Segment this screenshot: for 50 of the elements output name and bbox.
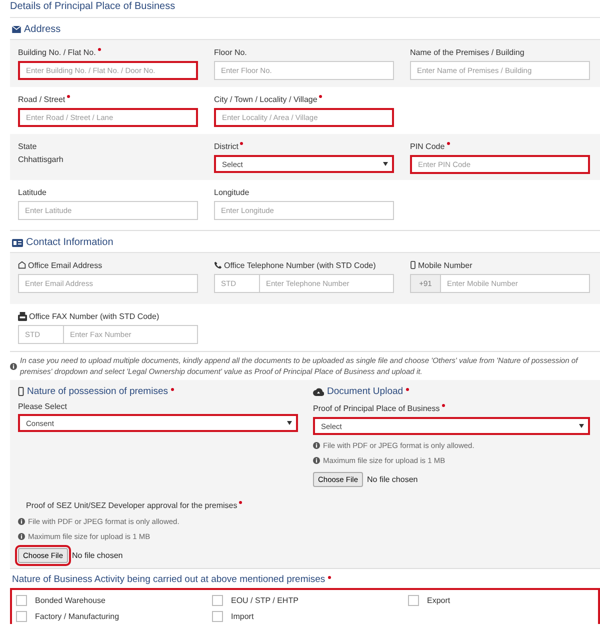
cloud-upload-icon [313, 388, 324, 396]
checkbox[interactable] [16, 611, 27, 622]
section-heading: Document Upload [327, 386, 404, 397]
field-label: District [214, 142, 238, 150]
caret-icon [287, 421, 292, 425]
field-label: Office FAX Number (with STD Code) [29, 312, 160, 320]
checkbox-label: EOU / STP / EHTP [231, 596, 298, 605]
checkbox-label: Bonded Warehouse [35, 596, 106, 605]
info-icon [10, 363, 17, 370]
field-label: Road / Street [18, 94, 66, 104]
field-label: Office Telephone Number (with STD Code) [224, 260, 376, 270]
section-heading: Nature of possession of premises [27, 386, 168, 397]
checkbox[interactable] [16, 595, 27, 606]
field-label: PIN Code [410, 142, 445, 150]
fax-icon [18, 312, 27, 320]
section-heading: Nature of Business Activity being carried out at above mentioned premises [12, 574, 326, 585]
field-value: Chhattisgarh [18, 155, 64, 164]
field-label: Please Select [18, 402, 68, 411]
checkbox-label: Export [427, 596, 450, 605]
field-label: Building No. / Flat No. [18, 48, 96, 56]
field-label: City / Town / Locality / Village [214, 94, 318, 104]
info-icon [313, 442, 320, 449]
phone-icon [214, 261, 222, 269]
file-status: No file chosen [72, 551, 123, 560]
field-label: Office Email Address [28, 260, 102, 270]
checkbox[interactable] [212, 611, 223, 622]
checkbox[interactable] [212, 595, 223, 606]
field-label: Latitude [18, 188, 46, 196]
mobile-icon [18, 387, 24, 396]
caret-icon [579, 424, 584, 428]
contact-card-icon [12, 238, 23, 246]
checkbox-label: Factory / Manufacturing [35, 612, 120, 621]
page-title: Details of Principal Place of Business [10, 0, 600, 18]
mobile-icon [410, 261, 416, 269]
field-label: Longitude [214, 188, 250, 196]
field-label: Name of the Premises / Building [410, 48, 524, 56]
field-label: State [18, 142, 37, 150]
file-status: No file chosen [367, 475, 418, 484]
section-heading: Contact Information [26, 237, 114, 248]
info-icon [18, 518, 25, 525]
checkbox-label: Import [231, 612, 254, 621]
field-label: Proof of SEZ Unit/SEZ Developer approval for the premises [26, 500, 238, 510]
section-heading: Address [24, 24, 61, 35]
field-label: Mobile Number [418, 260, 472, 270]
info-icon [18, 533, 25, 540]
caret-icon [383, 162, 388, 166]
field-label: Floor No. [214, 48, 247, 56]
field-label: Proof of Principal Place of Business [313, 404, 440, 412]
checkbox[interactable] [408, 595, 419, 606]
info-icon [313, 457, 320, 464]
